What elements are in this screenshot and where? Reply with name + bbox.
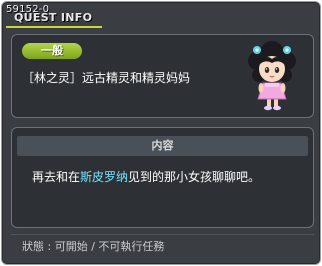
quest-category-badge: 一般 [22,43,82,59]
window-title: QUEST INFO [14,11,93,24]
status-divider [11,234,314,235]
quest-description-panel: 内容 再去和在斯皮罗纳见到的那小女孩聊聊吧。 [11,127,314,228]
title-underline [6,26,102,28]
quest-info-window: 59152-0 QUEST INFO 一般 ［林之灵］远古精灵和精灵妈妈 内容 … [1,1,321,265]
quest-status: 狀態 : 可開始 / 不可執行任務 [22,240,165,253]
quest-name: ［林之灵］远古精灵和精灵妈妈 [22,71,191,85]
description-header: 内容 [17,136,308,156]
quest-summary-panel: 一般 ［林之灵］远古精灵和精灵妈妈 [11,34,314,118]
description-text-part2: 见到的那小女孩聊聊吧。 [128,170,261,184]
location-highlight: 斯皮罗纳 [80,170,129,184]
description-text-part1: 再去和在 [32,170,81,184]
description-text: 再去和在斯皮罗纳见到的那小女孩聊聊吧。 [32,170,260,184]
npc-girl-portrait-icon [237,37,307,113]
